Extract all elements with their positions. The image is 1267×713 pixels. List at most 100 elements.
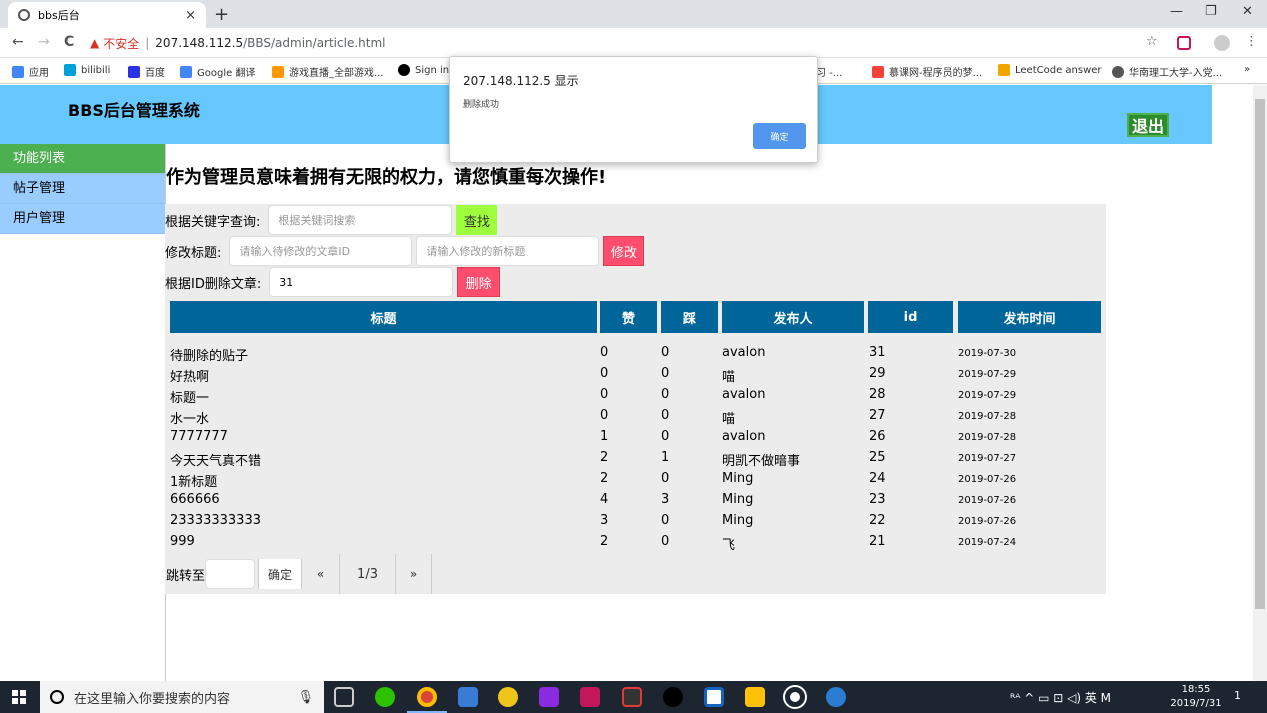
table-row: 23333333333 3 0 Ming 22 2019-07-26 bbox=[165, 510, 1106, 531]
qq-icon[interactable] bbox=[663, 687, 683, 707]
page-scrollbar[interactable] bbox=[1253, 85, 1267, 681]
bookmark-google-translate[interactable]: Google 翻译 bbox=[180, 64, 255, 79]
browser-menu-icon[interactable]: ⋮ bbox=[1245, 34, 1258, 49]
windows-start-icon[interactable] bbox=[12, 690, 26, 704]
edit-button[interactable]: 修改 bbox=[603, 236, 645, 266]
taskbar-clock[interactable]: 18:55 2019/7/31 bbox=[1166, 683, 1226, 711]
taskbar-search-box[interactable]: 在这里输入你要搜索的内容 🎙 bbox=[40, 681, 324, 713]
sidebar-item-users[interactable]: 用户管理 bbox=[0, 204, 165, 234]
bookmark-star-icon[interactable]: ☆ bbox=[1146, 34, 1158, 49]
new-tab-button[interactable]: + bbox=[214, 4, 229, 25]
system-tray[interactable]: ᴿᴬ ^ ▭ ⊡ ◁) 英 M bbox=[1010, 689, 1111, 706]
cell-likes: 4 bbox=[600, 492, 609, 507]
column-header-title: 标题 bbox=[170, 301, 597, 333]
pointer-app-icon[interactable] bbox=[580, 687, 600, 707]
cell-id: 27 bbox=[869, 408, 886, 423]
cell-title[interactable]: 水一水 bbox=[170, 408, 209, 427]
baidu-netdisk-icon[interactable] bbox=[458, 687, 478, 707]
delete-button[interactable]: 删除 bbox=[457, 267, 501, 297]
jump-confirm-button[interactable]: 确定 bbox=[258, 559, 303, 589]
column-header-author: 发布人 bbox=[722, 301, 864, 333]
cell-title[interactable]: 7777777 bbox=[170, 429, 228, 444]
cell-title[interactable]: 好热啊 bbox=[170, 366, 209, 385]
search-label: 根据关键字查询: bbox=[165, 214, 261, 230]
browser-tab-strip: bbs后台 × + — ❐ ✕ bbox=[0, 0, 1267, 28]
cell-date: 2019-07-26 bbox=[958, 495, 1017, 506]
scrollbar-thumb[interactable] bbox=[1255, 99, 1265, 609]
cell-id: 28 bbox=[869, 387, 886, 402]
delete-id-input[interactable]: 31 bbox=[269, 267, 454, 297]
wps-icon[interactable] bbox=[826, 687, 846, 707]
cell-date: 2019-07-28 bbox=[958, 432, 1017, 443]
cell-likes: 0 bbox=[600, 408, 609, 423]
clock-time: 18:55 bbox=[1181, 684, 1211, 695]
reload-button[interactable]: C bbox=[64, 34, 74, 50]
cell-date: 2019-07-26 bbox=[958, 474, 1017, 485]
wechat-icon[interactable] bbox=[375, 687, 395, 707]
file-explorer-icon[interactable] bbox=[745, 687, 765, 707]
next-page-button[interactable]: » bbox=[396, 554, 433, 594]
cell-date: 2019-07-29 bbox=[958, 369, 1017, 380]
window-close-button[interactable]: ✕ bbox=[1242, 4, 1253, 19]
intellij-icon[interactable] bbox=[704, 687, 724, 707]
bookmarks-more[interactable]: » bbox=[1244, 64, 1250, 75]
bookmark-scut[interactable]: 华南理工大学-入党... bbox=[1112, 64, 1222, 79]
maximize-button[interactable]: ❐ bbox=[1205, 4, 1217, 19]
cell-likes: 0 bbox=[600, 345, 609, 360]
task-view-icon[interactable] bbox=[334, 687, 354, 707]
search-input[interactable]: 根据关键词搜索 bbox=[268, 205, 453, 235]
bookmark-apps[interactable]: 应用 bbox=[12, 64, 49, 79]
sidebar-item-posts[interactable]: 帖子管理 bbox=[0, 174, 165, 204]
clock-date: 2019/7/31 bbox=[1170, 698, 1222, 709]
bookmark-leetcode[interactable]: LeetCode answer bbox=[998, 64, 1102, 76]
notification-center-icon[interactable]: 1 bbox=[1234, 689, 1241, 702]
cell-likes: 1 bbox=[600, 429, 609, 444]
cell-dislikes: 1 bbox=[661, 450, 670, 465]
microphone-icon[interactable]: 🎙 bbox=[297, 690, 314, 705]
search-button[interactable]: 查找 bbox=[456, 205, 498, 235]
column-header-id: id bbox=[868, 301, 953, 333]
back-button[interactable]: ← bbox=[12, 34, 24, 50]
warning-icon: ▲ bbox=[90, 36, 100, 50]
browser-tab[interactable]: bbs后台 × bbox=[8, 2, 206, 28]
edit-title-input[interactable]: 请输入修改的新标题 bbox=[416, 236, 600, 266]
tab-close-icon[interactable]: × bbox=[185, 8, 196, 23]
cell-title[interactable]: 待删除的贴子 bbox=[170, 345, 248, 364]
article-panel: 根据关键字查询: 根据关键词搜索 查找 修改标题: 请输入待修改的文章ID 请输… bbox=[165, 204, 1106, 594]
profile-avatar[interactable] bbox=[1214, 35, 1230, 51]
cell-dislikes: 0 bbox=[661, 513, 670, 528]
bookmark-game[interactable]: 游戏直播_全部游戏... bbox=[272, 64, 384, 79]
app-icon[interactable] bbox=[498, 687, 518, 707]
jump-page-input[interactable] bbox=[205, 559, 256, 589]
table-row: 好热啊 0 0 喵 29 2019-07-29 bbox=[165, 363, 1106, 385]
dialog-ok-button[interactable]: 确定 bbox=[753, 123, 806, 149]
cell-author: Ming bbox=[722, 513, 754, 528]
cell-id: 31 bbox=[869, 345, 886, 360]
minimize-button[interactable]: — bbox=[1170, 4, 1183, 19]
bookmark-baidu[interactable]: 百度 bbox=[128, 64, 165, 79]
visual-studio-icon[interactable] bbox=[539, 687, 559, 707]
cell-dislikes: 0 bbox=[661, 387, 670, 402]
bookmark-bilibili[interactable]: bilibili bbox=[64, 64, 110, 76]
app-icon[interactable] bbox=[622, 687, 642, 707]
bookmark-imooc[interactable]: 慕课网-程序员的梦... bbox=[872, 64, 982, 79]
cell-title[interactable]: 23333333333 bbox=[170, 513, 261, 528]
forward-button[interactable]: → bbox=[38, 34, 50, 50]
edit-id-input[interactable]: 请输入待修改的文章ID bbox=[229, 236, 413, 266]
cell-title[interactable]: 标题一 bbox=[170, 387, 209, 406]
logout-button[interactable]: 退出 bbox=[1127, 113, 1169, 137]
cell-title[interactable]: 999 bbox=[170, 534, 195, 549]
cell-title[interactable]: 666666 bbox=[170, 492, 220, 507]
apps-icon bbox=[12, 65, 24, 78]
page-content: BBS后台管理系统 退出 功能列表 帖子管理 用户管理 作为管理员意味着拥有无限… bbox=[0, 85, 1253, 681]
extension-icon[interactable] bbox=[1177, 36, 1191, 50]
cell-likes: 3 bbox=[600, 513, 609, 528]
cell-author: avalon bbox=[722, 429, 766, 444]
settings-gear-icon[interactable] bbox=[783, 685, 807, 709]
bookmark-github[interactable]: Sign in bbox=[398, 64, 449, 76]
cell-title[interactable]: 1新标题 bbox=[170, 471, 217, 490]
url-field[interactable]: ▲ 不安全 | 207.148.112.5 /BBS/admin/article… bbox=[90, 31, 1170, 55]
prev-page-button[interactable]: « bbox=[302, 554, 341, 594]
chrome-icon[interactable] bbox=[417, 687, 437, 707]
cell-title[interactable]: 今天天气真不错 bbox=[170, 450, 261, 469]
